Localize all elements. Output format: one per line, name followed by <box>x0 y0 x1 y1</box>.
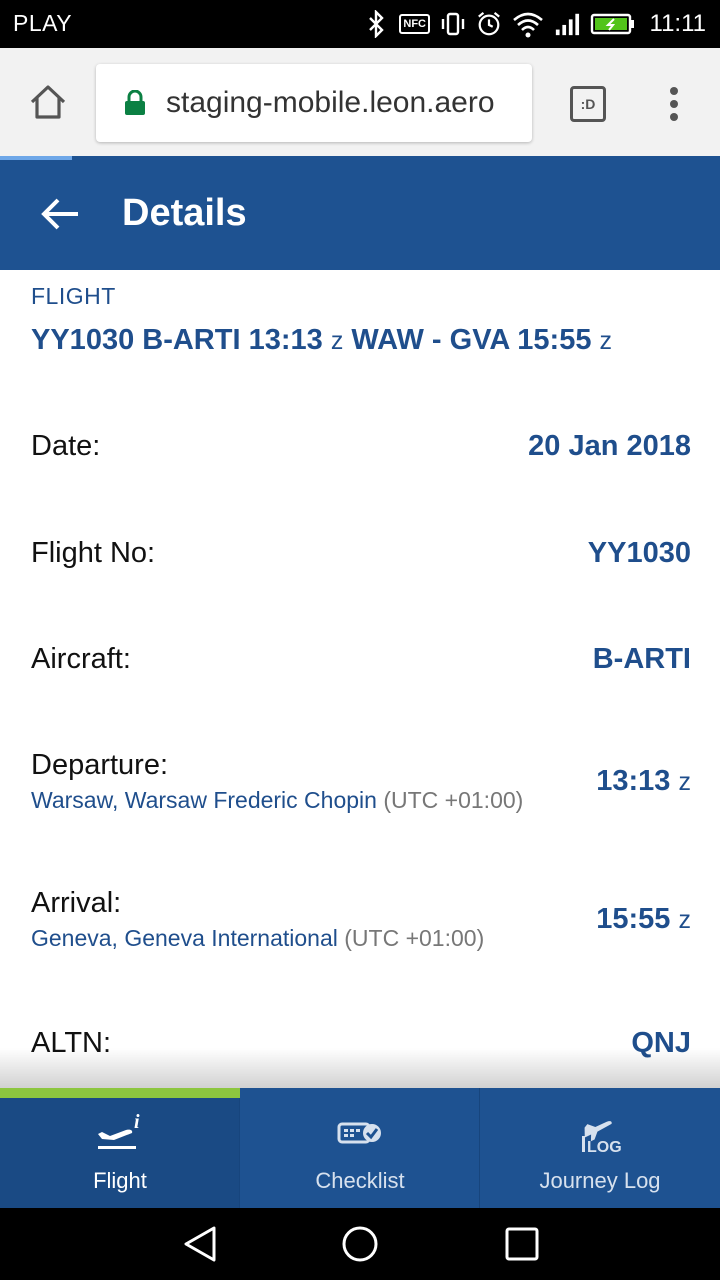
tab-switcher-button[interactable]: :D <box>570 86 606 122</box>
nav-tab-journey-log[interactable]: LOG Journey Log <box>480 1088 720 1208</box>
status-clock: 11:11 <box>649 10 707 37</box>
checklist-icon <box>337 1122 381 1144</box>
browser-toolbar: staging-mobile.leon.aero :D <box>0 48 720 156</box>
home-icon[interactable] <box>26 80 70 124</box>
status-bar: PLAY NFC 11:11 <box>0 0 720 48</box>
battery-icon <box>590 13 634 35</box>
nav-label: Flight <box>93 1168 147 1193</box>
arrival-label: Arrival: <box>31 887 122 919</box>
page-title: Details <box>122 192 247 234</box>
arrival-time-value: 15:55 <box>596 903 671 935</box>
zulu-suffix: z <box>599 327 613 355</box>
recents-square-icon[interactable] <box>502 1224 542 1264</box>
flight-summary: YY1030 B-ARTI 13:13 z WAW - GVA 15:55 z <box>31 324 612 357</box>
url-text: staging-mobile.leon.aero <box>166 86 495 119</box>
nav-tab-checklist[interactable]: Checklist <box>240 1088 480 1208</box>
back-arrow-icon[interactable] <box>38 192 82 236</box>
scroll-fade <box>0 1048 720 1088</box>
arrival-time: 15:55 z <box>596 903 691 936</box>
nav-label: Journey Log <box>539 1168 661 1193</box>
bluetooth-icon <box>369 10 385 38</box>
zulu-suffix: z <box>330 327 344 355</box>
app-header: Details <box>0 160 720 270</box>
arrival-row: Arrival: Geneva, Geneva International (U… <box>31 887 691 957</box>
zulu-suffix: z <box>678 906 692 934</box>
section-label: FLIGHT <box>31 283 116 309</box>
home-circle-icon[interactable] <box>340 1224 380 1264</box>
status-icons: NFC <box>363 8 636 40</box>
departure-label: Departure: <box>31 749 169 781</box>
aircraft-label: Aircraft: <box>31 643 131 675</box>
flight-no-label: Flight No: <box>31 537 156 569</box>
nfc-icon: NFC <box>399 14 430 34</box>
departure-timezone: (UTC +01:00) <box>383 787 524 813</box>
aircraft-value: B-ARTI <box>592 643 691 675</box>
address-bar[interactable]: staging-mobile.leon.aero <box>96 64 532 142</box>
flight-no-value: YY1030 <box>587 537 691 569</box>
svg-text:i: i <box>134 1112 140 1133</box>
date-label: Date: <box>31 430 101 462</box>
arrival-airport-name: Geneva, Geneva International <box>31 925 338 951</box>
summary-part-1: YY1030 B-ARTI 13:13 <box>31 324 323 356</box>
back-triangle-icon[interactable] <box>180 1224 220 1264</box>
bottom-navigation: i Flight Checklist LOG Journey Log <box>0 1088 720 1208</box>
departure-airport: Warsaw, Warsaw Frederic Chopin (UTC +01:… <box>31 787 523 814</box>
flight-details: FLIGHT YY1030 B-ARTI 13:13 z WAW - GVA 1… <box>0 270 720 1088</box>
date-value: 20 Jan 2018 <box>528 430 691 462</box>
arrival-airport: Geneva, Geneva International (UTC +01:00… <box>31 925 484 952</box>
zulu-suffix: z <box>678 768 692 796</box>
carrier-name: PLAY <box>13 10 73 36</box>
departure-time-value: 13:13 <box>596 765 671 797</box>
departure-airport-name: Warsaw, Warsaw Frederic Chopin <box>31 787 377 813</box>
departure-time: 13:13 z <box>596 765 691 798</box>
vibrate-icon <box>441 12 465 36</box>
wifi-icon <box>513 12 543 38</box>
flight-info-icon: i <box>98 1112 140 1149</box>
active-tab-indicator <box>0 1088 240 1098</box>
journey-log-icon: LOG <box>582 1121 622 1156</box>
nav-tab-flight[interactable]: i Flight <box>0 1088 240 1208</box>
nav-label: Checklist <box>315 1168 405 1193</box>
lock-icon <box>125 90 145 115</box>
svg-text:LOG: LOG <box>587 1139 622 1156</box>
summary-part-2: WAW - GVA 15:55 <box>351 324 592 356</box>
browser-menu-icon[interactable] <box>660 84 688 124</box>
alarm-icon <box>478 11 500 36</box>
arrival-timezone: (UTC +01:00) <box>344 925 485 951</box>
departure-row: Departure: Warsaw, Warsaw Frederic Chopi… <box>31 749 691 819</box>
system-navigation-bar <box>0 1208 720 1280</box>
signal-icon <box>555 13 580 36</box>
